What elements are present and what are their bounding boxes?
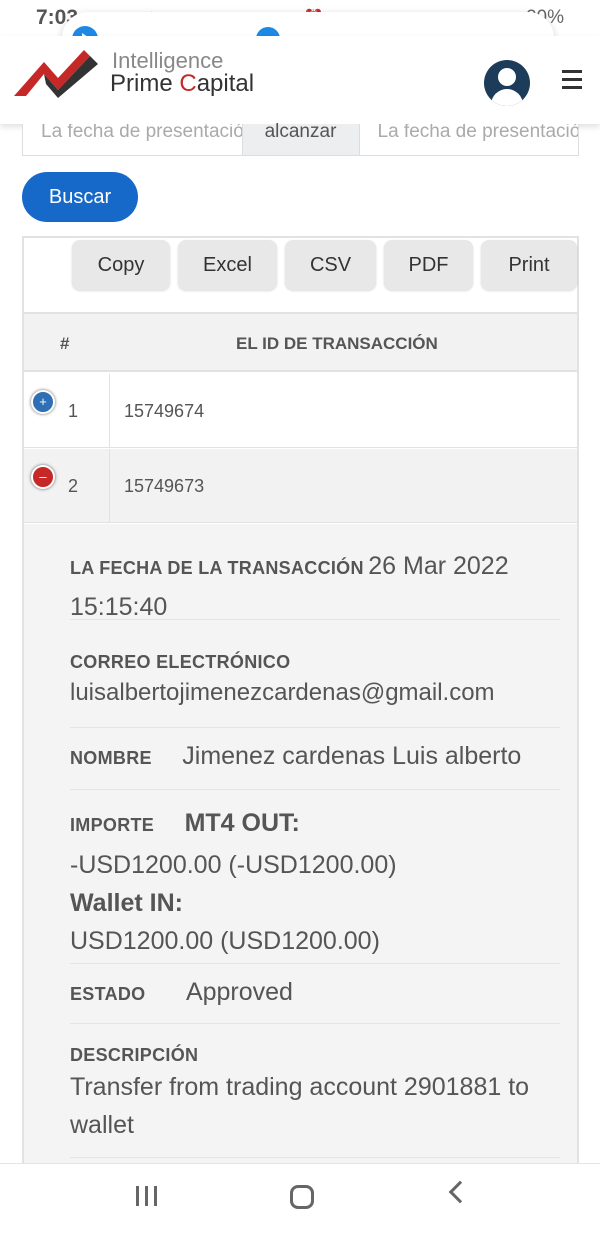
transaction-id: 15749673 [124,476,205,496]
table-row[interactable]: – 2 15749673 [24,449,577,523]
row-number: 1 [68,401,79,421]
brand-name: Prime Capital [110,70,254,98]
detail-name-value: Jimenez cardenas Luis alberto [182,742,522,770]
transaction-id: 15749674 [124,401,205,421]
detail-description-label: DESCRIPCIÓN [70,1045,199,1065]
print-button[interactable]: Print [481,240,577,290]
date-range-filter: La fecha de presentación alcanzar La fec… [22,122,579,156]
detail-date-label: LA FECHA DE LA TRANSACCIÓN [70,558,364,578]
row-number-cell: + 1 [24,374,110,448]
detail-description-value: Transfer from trading account 2901881 to… [70,1073,530,1139]
row-detail-panel: LA FECHA DE LA TRANSACCIÓN 26 Mar 2022 1… [24,524,577,1174]
detail-email-value: luisalbertojimenezcardenas@gmail.com [70,679,495,706]
logo-icon [14,50,98,98]
csv-button[interactable]: CSV [285,240,376,290]
home-icon[interactable] [290,1185,314,1209]
detail-status-value: Approved [185,978,293,1006]
row-number: 2 [68,476,79,496]
detail-date-value: 26 Mar 2022 [368,552,509,580]
brand-name-part1: Prime [110,70,180,97]
collapse-row-icon[interactable]: – [31,465,55,489]
date-range-separator: alcanzar [241,122,360,155]
recent-apps-icon[interactable] [136,1186,158,1206]
brand-name-accent: C [179,70,197,97]
pdf-button[interactable]: PDF [384,240,473,290]
excel-button[interactable]: Excel [178,240,277,290]
detail-description: DESCRIPCIÓN Transfer from trading accoun… [70,1024,560,1158]
wallet-in-value: USD1200.00 (USD1200.00) [70,927,380,955]
mt4-out-value: -USD1200.00 (-USD1200.00) [70,851,397,879]
date-to-input[interactable]: La fecha de presentación [359,124,578,155]
menu-icon[interactable] [562,70,582,94]
avatar-head [498,68,516,86]
column-header-transaction-id[interactable]: EL ID DE TRANSACCIÓN [236,334,438,354]
detail-time-value: 15:15:40 [70,593,168,621]
detail-date: LA FECHA DE LA TRANSACCIÓN 26 Mar 2022 1… [70,548,560,621]
export-buttons: Copy Excel CSV PDF Print [72,240,577,290]
row-number-cell: – 2 [24,449,110,523]
avatar-body [491,89,523,106]
search-button[interactable]: Buscar [22,172,138,222]
page: 7:03 ● ● ⚡ ♪ ♪ ▶ ✉ ● ⏰ 20% ⌄ Intelligenc… [0,0,600,1233]
detail-status: ESTADO Approved [70,964,560,1024]
detail-name-label: NOMBRE [70,748,152,768]
detail-name: NOMBRE Jimenez cardenas Luis alberto [70,728,560,790]
copy-button[interactable]: Copy [72,240,170,290]
brand-name-part2: apital [196,70,255,97]
table-row[interactable]: + 1 15749674 [24,374,577,448]
mt4-out-label: MT4 OUT: [184,809,300,837]
expand-row-icon[interactable]: + [31,390,55,414]
site-header: Intelligence Prime Capital [0,36,600,124]
wallet-in-label: Wallet IN: [70,889,183,917]
date-from-input[interactable]: La fecha de presentación [23,124,242,155]
transactions-table: Copy Excel CSV PDF Print # EL ID DE TRAN… [22,236,579,1176]
detail-email: CORREO ELECTRÓNICO luisalbertojimenezcar… [70,636,560,728]
table-header: # EL ID DE TRANSACCIÓN [24,312,577,372]
column-header-number[interactable]: # [60,334,69,354]
back-icon[interactable] [448,1180,472,1204]
user-avatar-icon[interactable] [484,60,530,106]
detail-amount-label: IMPORTE [70,815,155,835]
detail-status-label: ESTADO [70,984,146,1004]
detail-amount: IMPORTE MT4 OUT: -USD1200.00 (-USD1200.0… [70,790,560,964]
detail-email-label: CORREO ELECTRÓNICO [70,652,291,672]
system-nav-bar [0,1163,600,1233]
